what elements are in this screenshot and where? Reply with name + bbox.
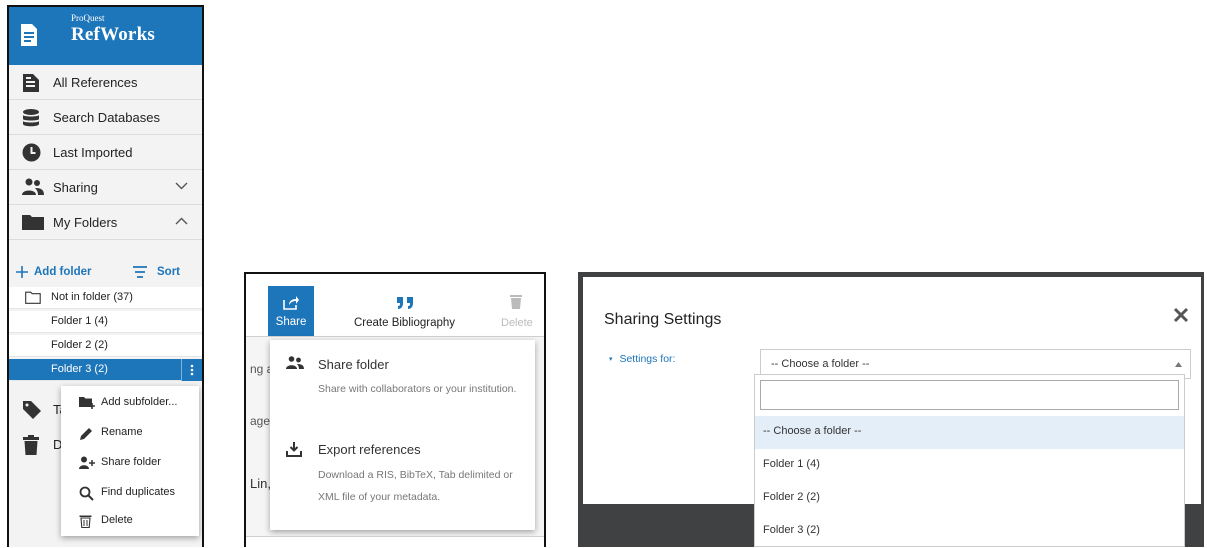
search-icon (79, 486, 94, 501)
users-icon (286, 356, 304, 370)
sidebar-item-sharing[interactable]: Sharing (9, 170, 202, 205)
add-user-icon (79, 456, 96, 470)
sidebar-item-label: Search Databases (53, 110, 160, 125)
folder-option[interactable]: Folder 2 (2) (755, 482, 1184, 515)
menu-item-description: Share with collaborators or your institu… (318, 383, 517, 395)
menu-item-label: Rename (101, 426, 143, 438)
folder-label: Folder 2 (2) (51, 339, 108, 351)
tag-icon (22, 400, 42, 420)
sort-icon[interactable] (133, 266, 147, 278)
trash-icon (22, 435, 40, 455)
modal-title: Sharing Settings (604, 311, 722, 328)
menu-item-label: Delete (101, 514, 133, 526)
folder-outline-icon (25, 291, 41, 304)
brand-refworks: RefWorks (71, 24, 155, 45)
option-label: Folder 1 (4) (763, 458, 820, 470)
folder-label: Folder 1 (4) (51, 315, 108, 327)
menu-item-label: Find duplicates (101, 486, 175, 498)
folder-option[interactable]: -- Choose a folder -- (755, 416, 1184, 449)
pencil-icon (79, 426, 94, 441)
settings-for-text: Settings for: (619, 353, 676, 365)
menu-item-title: Export references (318, 442, 421, 457)
share-icon (283, 296, 299, 310)
option-label: Folder 3 (2) (763, 524, 820, 536)
folder-item-folder-2[interactable]: Folder 2 (2) (9, 335, 202, 357)
users-icon (22, 178, 44, 196)
trash-icon (79, 514, 92, 528)
sidebar-item-last-imported[interactable]: Last Imported (9, 135, 202, 170)
background-text: age (250, 414, 271, 428)
document-lines-icon (22, 73, 40, 93)
folder-label: Folder 3 (2) (51, 363, 108, 375)
download-icon (286, 442, 302, 457)
sidebar-item-label: My Folders (53, 215, 118, 230)
sidebar-item-search-databases[interactable]: Search Databases (9, 100, 202, 135)
folder-label: Not in folder (37) (51, 291, 133, 303)
menu-item-share-folder[interactable]: Share folder Share with collaborators or… (270, 340, 535, 428)
add-folder-button[interactable]: Add folder (34, 266, 92, 278)
brand-proquest: ProQuest (71, 13, 105, 23)
menu-item-share-folder[interactable]: Share folder (61, 448, 199, 478)
bullet-icon: ▾ (609, 356, 613, 364)
folder-item-folder-1[interactable]: Folder 1 (4) (9, 311, 202, 333)
menu-item-rename[interactable]: Rename (61, 418, 199, 448)
folder-item-not-in-folder[interactable]: Not in folder (37) (9, 287, 202, 309)
menu-item-delete[interactable]: Delete (61, 506, 199, 536)
sidebar-item-my-folders[interactable]: My Folders (9, 205, 202, 240)
sidebar-item-label: Last Imported (53, 145, 133, 160)
background-text: Lin, (250, 476, 271, 491)
bottom-bar (246, 536, 544, 547)
toolbar: Share Create Bibliography Delete (246, 274, 544, 337)
chevron-down-icon[interactable] (175, 182, 188, 190)
sidebar-item-label: Sharing (53, 180, 98, 195)
folder-option[interactable]: Folder 3 (2) (755, 515, 1184, 548)
folder-context-menu: Add subfolder... Rename Share folder Fin… (61, 386, 199, 536)
folder-actions-row: Add folder Sort (9, 261, 202, 285)
sidebar-header: ProQuest RefWorks (9, 7, 202, 65)
option-label: -- Choose a folder -- (763, 425, 862, 437)
delete-button[interactable]: Delete (501, 317, 533, 329)
plus-icon[interactable] (15, 265, 29, 279)
trash-icon (510, 294, 522, 309)
folder-select-dropdown: -- Choose a folder -- Folder 1 (4) Folde… (754, 374, 1185, 547)
sidebar-item-all-references[interactable]: All References (9, 65, 202, 100)
close-icon[interactable] (1173, 307, 1189, 323)
share-dropdown-menu: Share folder Share with collaborators or… (270, 340, 535, 530)
menu-item-label: Share folder (101, 456, 161, 468)
menu-item-description: Download a RIS, BibTeX, Tab delimited or… (318, 469, 513, 503)
menu-item-title: Share folder (318, 357, 389, 372)
more-vertical-icon[interactable] (181, 359, 202, 381)
folder-search-input[interactable] (760, 380, 1179, 410)
settings-for-label: ▾ Settings for: (609, 353, 675, 365)
clock-icon (22, 143, 41, 162)
document-icon[interactable] (19, 23, 39, 47)
folder-item-folder-3[interactable]: Folder 3 (2) (9, 359, 202, 381)
create-bibliography-button[interactable]: Create Bibliography (354, 317, 455, 329)
share-button[interactable]: Share (268, 286, 314, 336)
chevron-up-icon[interactable] (175, 217, 188, 225)
folder-option[interactable]: Folder 1 (4) (755, 449, 1184, 482)
sort-button[interactable]: Sort (157, 266, 180, 278)
option-label: Folder 2 (2) (763, 491, 820, 503)
sidebar-item-label: All References (53, 75, 138, 90)
share-button-label: Share (275, 316, 307, 328)
folder-select-value: -- Choose a folder -- (771, 358, 870, 370)
menu-item-label: Add subfolder... (101, 396, 178, 408)
database-icon (22, 108, 40, 128)
menu-item-find-duplicates[interactable]: Find duplicates (61, 478, 199, 508)
caret-up-icon (1175, 362, 1182, 367)
add-folder-icon (79, 396, 95, 409)
share-menu-panel: Share Create Bibliography Delete ng a ag… (244, 272, 546, 547)
menu-item-export-references[interactable]: Export references Download a RIS, BibTeX… (270, 428, 535, 528)
folder-icon (22, 213, 44, 230)
quote-icon (396, 296, 414, 310)
menu-item-add-subfolder[interactable]: Add subfolder... (61, 388, 199, 418)
